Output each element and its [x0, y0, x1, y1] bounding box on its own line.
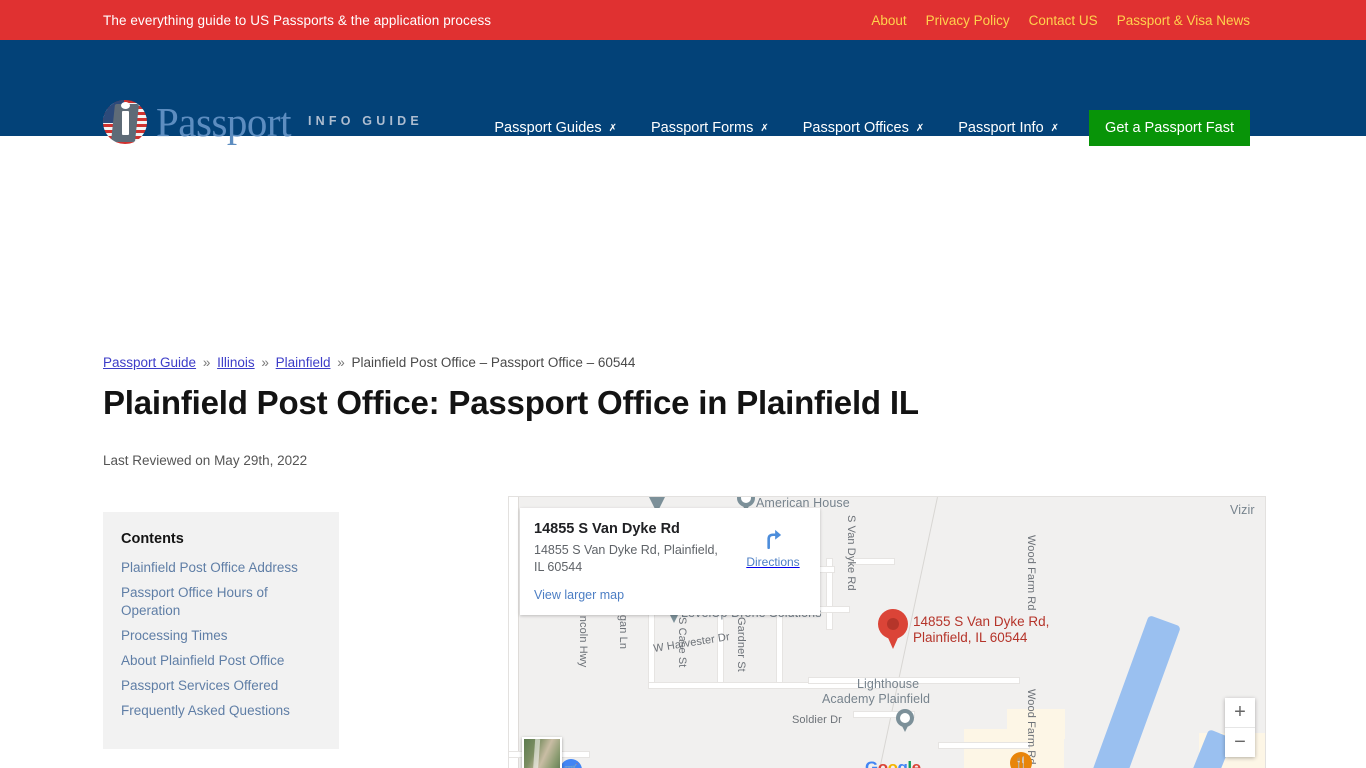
map-water-river	[1084, 615, 1181, 768]
chevron-down-icon: ✗	[915, 123, 925, 134]
toc-link-hours[interactable]: Passport Office Hours of Operation	[121, 585, 268, 618]
list-item: Plainfield Post Office Address	[121, 559, 319, 577]
nav-label: Passport Forms	[650, 120, 754, 136]
directions-button[interactable]: Directions	[740, 521, 806, 604]
map-marker-label-line2: Plainfield, IL 60544	[913, 630, 1028, 646]
google-logo-o2: o	[887, 758, 898, 768]
breadcrumb-item-illinois[interactable]: Illinois	[217, 355, 255, 370]
toc-link-processing-times[interactable]: Processing Times	[121, 628, 228, 643]
map-label-soldier-dr: Soldier Dr	[792, 714, 842, 726]
site-logo[interactable]: Passport INFO GUIDE	[103, 100, 423, 144]
map-poi-restaurant-pin[interactable]: 🍴	[1010, 752, 1032, 768]
directions-label: Directions	[746, 555, 800, 569]
breadcrumb-item-passport-guide[interactable]: Passport Guide	[103, 355, 196, 370]
map-location-marker[interactable]	[878, 609, 908, 651]
nav-label: Passport Guides	[494, 120, 602, 136]
map-poi-pin-lighthouse[interactable]	[896, 709, 914, 727]
map-poi-pin-american-house[interactable]	[737, 497, 755, 507]
map-road-minor	[939, 743, 1029, 748]
map-zoom-controls: + −	[1225, 698, 1255, 757]
breadcrumb-separator: »	[337, 355, 345, 370]
list-item: Frequently Asked Questions	[121, 702, 319, 720]
map-marker-tail-icon	[885, 631, 901, 649]
breadcrumb-item-plainfield[interactable]: Plainfield	[276, 355, 331, 370]
toc-link-faq[interactable]: Frequently Asked Questions	[121, 703, 290, 718]
page-title: Plainfield Post Office: Passport Office …	[103, 384, 919, 421]
brand-wordmark: Passport	[156, 98, 291, 145]
map-zoom-out-button[interactable]: −	[1225, 728, 1255, 757]
logo-i-glyph	[121, 101, 131, 135]
map-info-card-body: 14855 S Van Dyke Rd 14855 S Van Dyke Rd,…	[534, 521, 740, 604]
map-marker-label-line1: 14855 S Van Dyke Rd,	[913, 614, 1050, 629]
nav-label: Passport Info	[958, 120, 1044, 136]
map-poi-academy-plainfield: Academy Plainfield	[822, 692, 931, 706]
passport-logo-icon	[103, 100, 147, 144]
google-map-embed[interactable]: Lincoln Hwy S Morgan Ln S Case St Gardne…	[508, 496, 1266, 768]
nav-item-passport-info[interactable]: Passport Info ✗	[941, 120, 1076, 136]
breadcrumb-separator: »	[261, 355, 269, 370]
map-info-card-address: 14855 S Van Dyke Rd, Plainfield, IL 6054…	[534, 543, 718, 574]
toc-link-address[interactable]: Plainfield Post Office Address	[121, 560, 298, 575]
map-label-gardner-st: Gardner St	[735, 617, 747, 672]
nav-item-passport-guides[interactable]: Passport Guides ✗	[477, 120, 634, 136]
map-info-card-title: 14855 S Van Dyke Rd	[534, 521, 680, 537]
map-road-minor	[854, 559, 894, 564]
map-zoom-in-button[interactable]: +	[1225, 698, 1255, 727]
map-road-s-van-dyke-rd	[509, 497, 518, 768]
brand-tagline: INFO GUIDE	[307, 114, 423, 128]
street-view-thumbnail[interactable]	[522, 737, 562, 768]
directions-icon	[767, 529, 782, 550]
utility-nav-about[interactable]: About	[871, 13, 906, 28]
google-logo-e: e	[911, 758, 921, 768]
contents-list: Plainfield Post Office Address Passport …	[121, 559, 319, 720]
map-poi-vizir: Vizir	[1230, 503, 1255, 517]
chevron-down-icon: ✗	[1050, 123, 1060, 134]
table-of-contents: Contents Plainfield Post Office Address …	[103, 512, 339, 749]
nav-label: Passport Offices	[802, 120, 909, 136]
breadcrumb-separator: »	[202, 355, 211, 370]
map-marker-label: 14855 S Van Dyke Rd, Plainfield, IL 6054…	[913, 614, 1049, 647]
contents-heading: Contents	[121, 531, 184, 547]
list-item: Passport Services Offered	[121, 677, 319, 695]
nav-item-passport-forms[interactable]: Passport Forms ✗	[634, 120, 786, 136]
toc-link-services[interactable]: Passport Services Offered	[121, 678, 278, 693]
map-label-s-van-dyke-rd: S Van Dyke Rd	[845, 515, 857, 591]
google-logo-g2: g	[897, 758, 908, 768]
chevron-down-icon: ✗	[760, 123, 769, 134]
nav-item-passport-offices[interactable]: Passport Offices ✗	[786, 120, 942, 136]
last-reviewed-date: Last Reviewed on May 29th, 2022	[103, 453, 308, 468]
google-logo-g1: G	[865, 758, 878, 768]
utility-nav: About Privacy Policy Contact US Passport…	[871, 13, 1250, 28]
map-label-lincoln-hwy: Lincoln Hwy	[577, 607, 589, 668]
utility-nav-privacy-policy[interactable]: Privacy Policy	[926, 13, 1010, 28]
map-label-wood-farm-rd-north: Wood Farm Rd	[1025, 535, 1037, 611]
list-item: About Plainfield Post Office	[121, 652, 319, 670]
toc-link-about[interactable]: About Plainfield Post Office	[121, 653, 284, 668]
google-logo-o1: o	[877, 758, 888, 768]
list-item: Passport Office Hours of Operation	[121, 584, 319, 620]
google-logo: Google	[865, 758, 921, 768]
utility-nav-passport-visa-news[interactable]: Passport & Visa News	[1117, 13, 1250, 28]
view-larger-map-link[interactable]: View larger map	[534, 588, 624, 602]
site-header: Passport INFO GUIDE Passport Guides ✗ Pa…	[0, 40, 1366, 146]
list-item: Processing Times	[121, 627, 319, 645]
map-info-card: 14855 S Van Dyke Rd 14855 S Van Dyke Rd,…	[520, 508, 820, 615]
map-road-connector	[649, 683, 879, 688]
get-a-passport-fast-button[interactable]: Get a Passport Fast	[1089, 110, 1250, 146]
map-poi-lighthouse: Lighthouse	[857, 677, 920, 691]
announcement-bar: The everything guide to US Passports & t…	[0, 0, 1366, 40]
map-poi-shopping-pin[interactable]: 🛒	[560, 759, 582, 768]
site-tagline: The everything guide to US Passports & t…	[103, 12, 492, 28]
utility-nav-contact-us[interactable]: Contact US	[1029, 13, 1098, 28]
chevron-down-icon: ✗	[608, 123, 617, 134]
primary-nav: Passport Guides ✗ Passport Forms ✗ Passp…	[477, 110, 1250, 146]
breadcrumb-current: Plainfield Post Office – Passport Office…	[351, 355, 636, 370]
breadcrumb: Passport Guide » Illinois » Plainfield »…	[103, 355, 635, 370]
